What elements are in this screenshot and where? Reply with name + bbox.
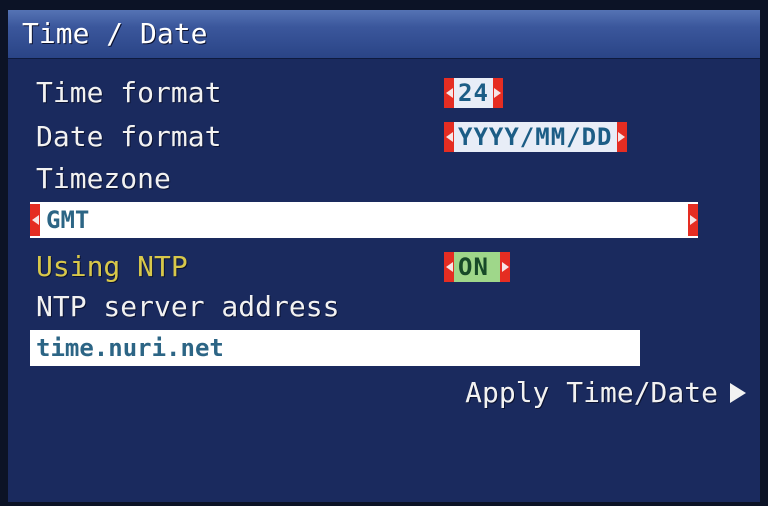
date-format-selector[interactable]: YYYY/MM/DD: [444, 120, 627, 154]
arrow-right-icon[interactable]: [616, 122, 627, 152]
ntp-server-label: NTP server address: [36, 290, 340, 323]
using-ntp-value: ON: [454, 252, 500, 282]
arrow-left-icon[interactable]: [444, 78, 454, 108]
timezone-value: GMT: [46, 206, 90, 234]
time-format-value: 24: [454, 78, 493, 108]
using-ntp-label: Using NTP: [36, 250, 188, 283]
apply-label: Apply Time/Date: [465, 376, 718, 409]
time-format-label: Time format: [36, 76, 222, 109]
apply-time-date-button[interactable]: Apply Time/Date: [465, 376, 746, 410]
date-format-value: YYYY/MM/DD: [454, 122, 617, 152]
using-ntp-toggle[interactable]: ON: [444, 250, 510, 284]
window-title: Time / Date: [22, 17, 208, 50]
arrow-right-icon[interactable]: [500, 252, 510, 282]
time-format-selector[interactable]: 24: [444, 76, 503, 110]
ntp-server-input[interactable]: time.nuri.net: [30, 330, 640, 366]
ntp-server-value: time.nuri.net: [36, 334, 224, 362]
arrow-left-icon[interactable]: [30, 204, 40, 236]
timezone-selector[interactable]: GMT: [30, 202, 698, 238]
arrow-right-icon[interactable]: [492, 78, 503, 108]
arrow-right-icon[interactable]: [688, 204, 698, 236]
arrow-left-icon[interactable]: [444, 252, 454, 282]
play-arrow-icon: [730, 383, 746, 403]
date-format-label: Date format: [36, 120, 222, 153]
title-bar: Time / Date: [8, 10, 760, 59]
timezone-label: Timezone: [36, 162, 171, 195]
arrow-left-icon[interactable]: [444, 122, 454, 152]
time-date-screen: Time / Date Time format 24 Date format Y…: [8, 10, 760, 502]
